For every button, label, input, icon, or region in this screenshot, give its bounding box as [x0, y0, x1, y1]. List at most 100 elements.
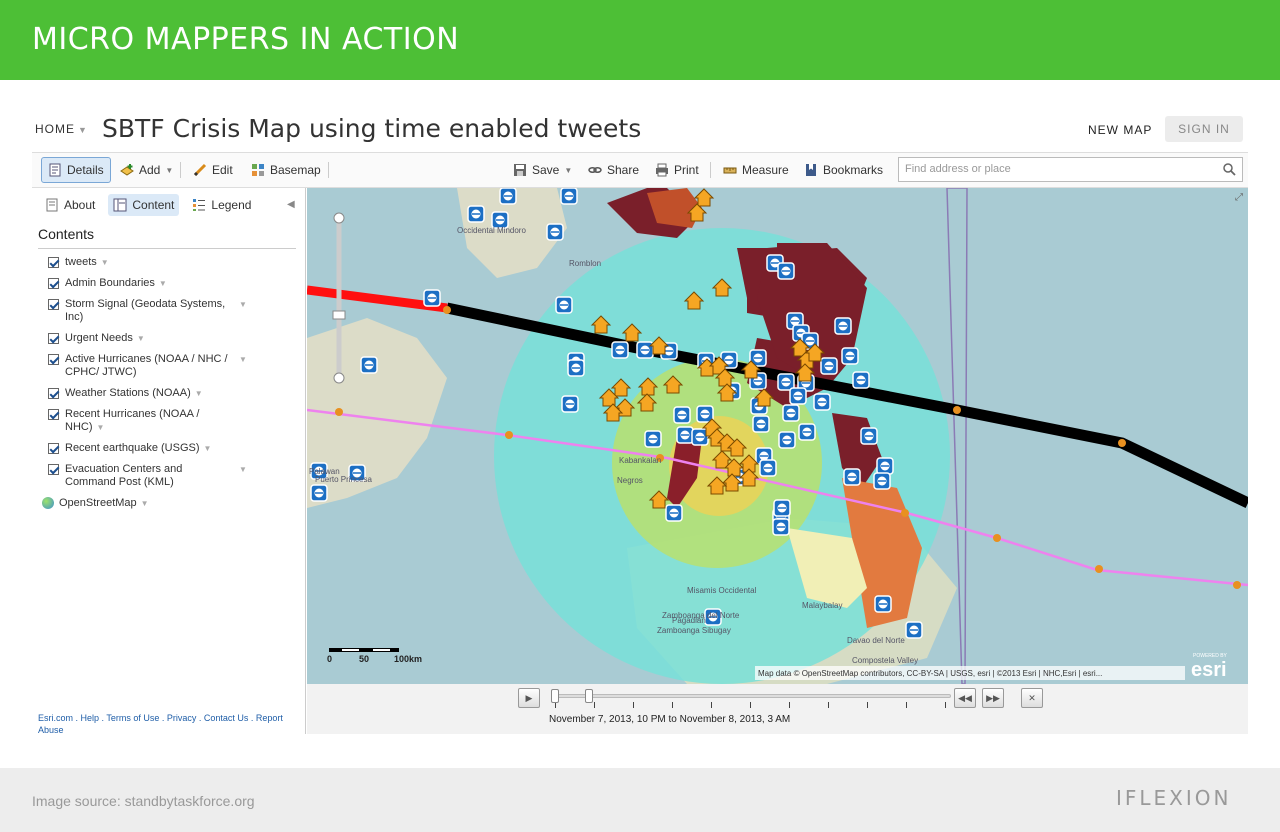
- place-label: Romblon: [569, 259, 601, 268]
- slide-footer: Image source: standbytaskforce.org IFLEX…: [0, 768, 1280, 832]
- layer-checkbox[interactable]: [48, 299, 59, 310]
- tweet-pin-icon: [676, 426, 694, 444]
- search-input[interactable]: Find address or place: [898, 157, 1243, 182]
- layer-checkbox[interactable]: [48, 443, 59, 454]
- search-icon[interactable]: [1222, 162, 1236, 176]
- play-button[interactable]: ▶: [518, 688, 540, 708]
- collapse-panel-icon[interactable]: ◀: [287, 199, 295, 210]
- edit-button[interactable]: Edit: [187, 157, 239, 183]
- settings-icon[interactable]: ✕: [1021, 688, 1043, 708]
- home-menu[interactable]: HOME ▼: [35, 122, 88, 136]
- time-slider-tick: [633, 702, 634, 708]
- time-slider-handle-start[interactable]: [551, 689, 559, 703]
- save-button[interactable]: Save ▼: [507, 157, 578, 183]
- fullscreen-icon[interactable]: ⤢: [1235, 192, 1243, 203]
- measure-button[interactable]: Measure: [717, 157, 795, 183]
- tab-about[interactable]: About: [40, 194, 100, 216]
- home-label: HOME: [35, 122, 75, 136]
- layer-item[interactable]: Storm Signal (Geodata Systems, Inc) ▼: [38, 298, 300, 324]
- chevron-down-icon[interactable]: ▼: [195, 389, 203, 398]
- tweet-pin-icon: [772, 518, 790, 536]
- chevron-down-icon[interactable]: ▼: [239, 353, 247, 366]
- chevron-down-icon[interactable]: ▼: [204, 444, 212, 453]
- tweet-pin-icon: [561, 395, 579, 413]
- tweet-pin-icon: [798, 423, 816, 441]
- layer-item[interactable]: Evacuation Centers and Command Post (KML…: [38, 463, 300, 489]
- bookmarks-button[interactable]: Bookmarks: [798, 157, 889, 183]
- layer-checkbox[interactable]: [48, 354, 59, 365]
- tweet-pin-icon: [778, 431, 796, 449]
- toolbar-divider: [710, 162, 711, 178]
- tweet-pin-icon: [841, 347, 859, 365]
- layer-item[interactable]: Recent earthquake (USGS) ▼: [38, 442, 300, 455]
- tweet-pin-icon: [873, 472, 891, 490]
- company-logo: IFLEXION: [1116, 786, 1232, 810]
- layer-checkbox[interactable]: [48, 388, 59, 399]
- layer-name: Recent earthquake (USGS) ▼: [65, 442, 212, 454]
- details-button[interactable]: Details: [41, 157, 111, 183]
- next-button[interactable]: ▶▶: [982, 688, 1004, 708]
- time-slider-track[interactable]: [551, 694, 951, 698]
- tweet-pin-icon: [423, 289, 441, 307]
- ruler-icon: [723, 167, 737, 174]
- chevron-down-icon[interactable]: ▼: [239, 298, 247, 311]
- layer-item[interactable]: Recent Hurricanes (NOAA / NHC) ▼: [38, 408, 300, 434]
- place-label: Negros: [617, 476, 643, 485]
- slide-title: MICRO MAPPERS IN ACTION: [32, 22, 460, 57]
- printer-icon: [656, 163, 668, 177]
- time-slider-tick: [750, 702, 751, 708]
- tweet-pin-icon: [310, 484, 328, 502]
- tweet-pin-icon: [789, 387, 807, 405]
- time-slider-tick: [906, 702, 907, 708]
- chevron-down-icon[interactable]: ▼: [239, 463, 247, 476]
- tweet-pin-icon: [499, 188, 517, 205]
- layer-item[interactable]: tweets ▼: [38, 256, 300, 269]
- chevron-down-icon[interactable]: ▼: [159, 279, 167, 288]
- add-button[interactable]: Add ▼: [114, 157, 179, 183]
- toolbar-divider: [180, 162, 181, 178]
- layer-item[interactable]: Weather Stations (NOAA) ▼: [38, 387, 300, 400]
- basemap-layer-item[interactable]: OpenStreetMap ▼: [40, 497, 300, 510]
- chevron-down-icon[interactable]: ▼: [137, 334, 145, 343]
- tweet-pin-icon: [567, 359, 585, 377]
- tab-legend[interactable]: Legend: [187, 194, 256, 216]
- tweet-pin-icon: [360, 356, 378, 374]
- bookmark-icon: [806, 164, 816, 176]
- layer-item[interactable]: Urgent Needs ▼: [38, 332, 300, 345]
- chevron-down-icon[interactable]: ▼: [101, 258, 109, 267]
- tweet-pin-icon: [546, 223, 564, 241]
- layer-item[interactable]: Active Hurricanes (NOAA / NHC / CPHC/ JT…: [38, 353, 300, 379]
- toolbar-divider: [328, 162, 329, 178]
- new-map-link[interactable]: NEW MAP: [1088, 123, 1152, 137]
- layer-name: Admin Boundaries ▼: [65, 277, 167, 289]
- tweet-pin-icon: [852, 371, 870, 389]
- pencil-icon: [193, 163, 207, 177]
- basemap-button[interactable]: Basemap: [245, 157, 327, 183]
- tweet-pin-icon: [611, 341, 629, 359]
- map-canvas[interactable]: Occidental Mindoro Romblon Negros Kabank…: [307, 188, 1248, 684]
- chevron-down-icon[interactable]: ▼: [141, 497, 149, 510]
- print-button[interactable]: Print: [649, 157, 705, 183]
- layer-checkbox[interactable]: [48, 464, 59, 475]
- layer-checkbox[interactable]: [48, 257, 59, 268]
- layer-checkbox[interactable]: [48, 278, 59, 289]
- share-button[interactable]: Share: [582, 157, 645, 183]
- layer-checkbox[interactable]: [48, 333, 59, 344]
- place-label: Davao del Norte: [847, 636, 905, 645]
- footer-links[interactable]: Esri.com . Help . Terms of Use . Privacy…: [38, 712, 288, 736]
- map-toolbar: Details Add ▼ Edit Basemap Save ▼ Share Pr…: [32, 152, 1248, 188]
- sign-in-button[interactable]: SIGN IN: [1165, 116, 1243, 142]
- map-view[interactable]: Occidental Mindoro Romblon Negros Kabank…: [307, 188, 1248, 684]
- chevron-down-icon[interactable]: ▼: [97, 423, 105, 432]
- tab-content[interactable]: Content: [108, 194, 180, 216]
- layer-checkbox[interactable]: [48, 409, 59, 420]
- previous-button[interactable]: ◀◀: [954, 688, 976, 708]
- time-slider-handle-end[interactable]: [585, 689, 593, 703]
- tweet-pin-icon: [752, 415, 770, 433]
- time-slider-tick: [594, 702, 595, 708]
- tweet-pin-icon: [813, 393, 831, 411]
- tweet-pin-icon: [834, 317, 852, 335]
- esri-logo: esri: [1191, 659, 1227, 681]
- layer-item[interactable]: Admin Boundaries ▼: [38, 277, 300, 290]
- details-label: Details: [67, 163, 104, 177]
